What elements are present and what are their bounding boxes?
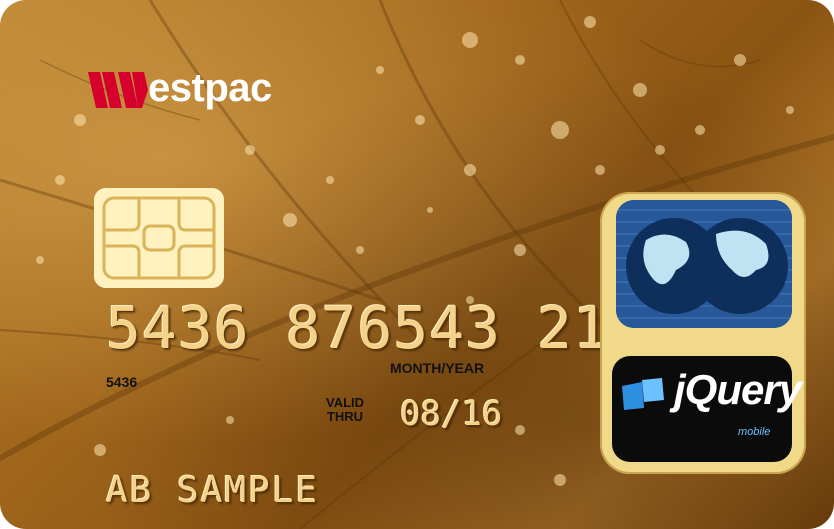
- jquery-squares-icon: [622, 378, 664, 410]
- month-year-label: MONTH/YEAR: [390, 360, 485, 376]
- jquery-mobile-subtext: mobile: [738, 426, 771, 438]
- emv-chip-icon: [94, 188, 224, 288]
- expiry-date: 08/16: [400, 394, 503, 434]
- valid-label: VALID: [326, 395, 365, 410]
- credit-card: estpac 5436 876543 21001 5436 MONTH/YEAR…: [0, 0, 834, 529]
- valid-thru-label: VALID THRU: [326, 396, 364, 424]
- thru-label: THRU: [326, 409, 364, 424]
- jquery-text: jQuery: [674, 366, 802, 413]
- cardholder-name: AB SAMPLE: [106, 470, 320, 511]
- mastercard-hologram-icon: [616, 200, 792, 328]
- brand-name: estpac: [148, 66, 272, 110]
- card-bin: 5436: [106, 374, 138, 390]
